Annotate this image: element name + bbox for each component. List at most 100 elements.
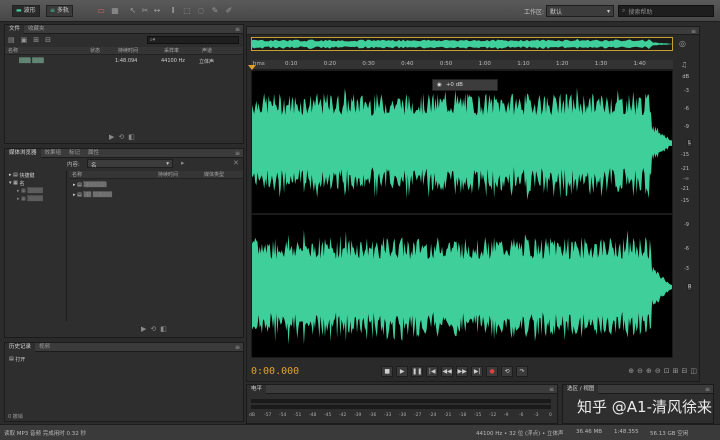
col-duration[interactable]: 持续时间 [155,171,201,178]
forward-icon[interactable]: ▸ [181,159,185,167]
open-folder-icon[interactable]: ▣ [21,36,28,44]
workspace-label: 工作区: [524,9,545,16]
tab-selection-view[interactable]: 选区 / 视图 [563,384,599,394]
channel-right-label[interactable]: R [687,283,692,291]
waveform-track[interactable] [251,70,673,358]
table-row[interactable]: ▒▒▒ ▒▒▒ 1:48.094 44100 Hz 立体声 [5,57,243,65]
filter-icon[interactable]: ✕ [233,159,239,167]
col-name[interactable]: 名称 [5,47,87,54]
fast-forward-button[interactable]: ▶▶ [456,365,469,377]
col-channels[interactable]: 声道 [199,47,239,54]
tab-effects-rack[interactable]: 效果组 [41,149,66,158]
list-item[interactable]: ▸ ▤ ▒▒▒▒▒▒ [69,181,243,189]
pitch-display-icon[interactable]: ▦ [110,6,120,16]
headphones-icon[interactable]: ♫ [681,61,687,69]
zoom-in-amplitude-icon[interactable]: ⊕ [628,367,634,375]
tree-item[interactable]: ▸ ▦ ▒▒▒▒ [5,187,66,195]
loop-icon[interactable]: ⟲ [150,325,156,333]
tab-levels[interactable]: 电平 [247,384,267,394]
panel-menu-icon[interactable]: ≡ [235,150,240,157]
time-selection-tool-icon[interactable]: I [168,6,178,16]
col-status[interactable]: 状态 [87,47,115,54]
file-sample-rate: 44100 Hz [161,58,185,64]
autoplay-icon[interactable]: ◧ [160,325,167,333]
slip-tool-icon[interactable]: ↔ [152,6,162,16]
zoom-out-time-icon[interactable]: ⊖ [655,367,661,375]
time-ruler[interactable]: hms 0:10 0:20 0:30 0:40 0:50 1:00 1:10 1:20 1:30… [251,60,673,70]
tab-video[interactable]: 视频 [35,343,54,352]
tab-favorites[interactable]: 收藏夹 [24,25,49,34]
marquee-tool-icon[interactable]: ⬚ [182,6,192,16]
col-sample-rate[interactable]: 采样率 [161,47,199,54]
help-search-input[interactable]: ⌕ 搜索帮助 [618,5,714,17]
multitrack-mode-button[interactable]: ≡ 多轨 [46,5,74,17]
multitrack-icon: ≡ [50,7,56,14]
zoom-selection-icon[interactable]: ⊟ [682,367,688,375]
content-select[interactable]: 名 ▾ [87,159,173,169]
tab-properties[interactable]: 属性 [84,149,103,158]
loop-button[interactable]: ⟲ [501,365,514,377]
level-scale-label: -48 [309,413,317,418]
waveform-display [252,87,672,345]
stop-button[interactable]: ■ [381,365,394,377]
panel-menu-icon[interactable]: ≡ [705,386,710,393]
editor-tabbar [247,27,699,35]
spectral-display-icon[interactable]: ▭ [96,6,106,16]
move-tool-icon[interactable]: ↖ [128,6,138,16]
panel-menu-icon[interactable]: ≡ [549,386,554,393]
zoom-in-point-icon[interactable]: ⊞ [673,367,679,375]
zoom-overview-icon[interactable]: ◎ [679,39,686,48]
tab-media-browser[interactable]: 媒体浏览器 [5,148,41,158]
waveform-overview[interactable] [251,37,673,51]
razor-tool-icon[interactable]: ✂ [140,6,150,16]
timecode-display[interactable]: 0:00.000 [251,366,299,377]
pause-button[interactable]: ❚❚ [411,365,424,377]
zoom-out-amplitude-icon[interactable]: ⊖ [637,367,643,375]
panel-menu-icon[interactable]: ≡ [235,344,240,351]
panel-menu-icon[interactable]: ≡ [235,26,240,33]
play-icon[interactable]: ▶ [141,325,146,333]
play-button[interactable]: ▶ [396,365,409,377]
autoplay-icon[interactable]: ◧ [128,133,135,141]
zoom-out-full-icon[interactable]: ⊡ [664,367,670,375]
tab-history[interactable]: 历史记录 [5,342,36,352]
loop-icon[interactable]: ⟲ [118,133,124,141]
zoom-controls: ⊕ ⊖ ⊕ ⊖ ⊡ ⊞ ⊟ ◫ [628,367,697,375]
db-label: -15 [680,198,689,204]
tree-item-root[interactable]: ▾ ▦ 名 [5,179,66,187]
play-icon[interactable]: ▶ [109,133,114,141]
col-name[interactable]: 名称 [69,171,155,178]
tree-item-shortcuts[interactable]: ▸ ▤ 快捷键 [5,171,66,179]
panel-menu-icon[interactable]: ≡ [691,28,696,35]
zoom-channel-icon[interactable]: ◫ [690,367,697,375]
rewind-button[interactable]: ◀◀ [441,365,454,377]
zoom-in-time-icon[interactable]: ⊕ [646,367,652,375]
go-to-end-button[interactable]: ▶| [471,365,484,377]
go-to-start-button[interactable]: |◀ [426,365,439,377]
waveform-mode-button[interactable]: ▬ 波形 [12,5,40,17]
lasso-tool-icon[interactable]: ◌ [196,6,206,16]
skip-button[interactable]: ↷ [516,365,529,377]
history-item[interactable]: ▤ 打开 [9,355,209,363]
col-duration[interactable]: 持续时间 [115,47,161,54]
workspace-select[interactable]: 默认 ▾ [546,5,614,17]
spot-healing-tool-icon[interactable]: ✐ [224,6,234,16]
history-tabbar: 历史记录 视频 [5,342,243,352]
col-media-type[interactable]: 媒体类型 [201,171,241,178]
insert-icon[interactable]: ⊞ [33,36,39,44]
tree-item[interactable]: ▸ ▦ ▒▒▒▒ [5,195,66,203]
list-item[interactable]: ▸ ▤ ▒▒ ▒▒▒▒▒ [69,191,243,199]
tab-markers[interactable]: 标记 [65,149,84,158]
close-file-icon[interactable]: ⊟ [45,36,51,44]
record-button[interactable]: ● [486,365,499,377]
files-search-input[interactable]: ⌕▾ [147,36,239,44]
volume-hud[interactable]: ◉ +0 dB [432,79,498,91]
file-channels: 立体声 [199,58,215,65]
tab-files[interactable]: 文件 [5,24,25,34]
db-label: -15 [680,152,689,158]
new-file-icon[interactable]: ▤ [8,36,15,44]
db-label: -9 [684,124,689,130]
brush-tool-icon[interactable]: ✎ [210,6,220,16]
channel-left-label[interactable]: L [687,139,692,147]
editor-panel: ≡ ◎ hms 0:10 0:20 0:30 0:40 0:50 1:00 1:10 1:20… [246,26,700,382]
